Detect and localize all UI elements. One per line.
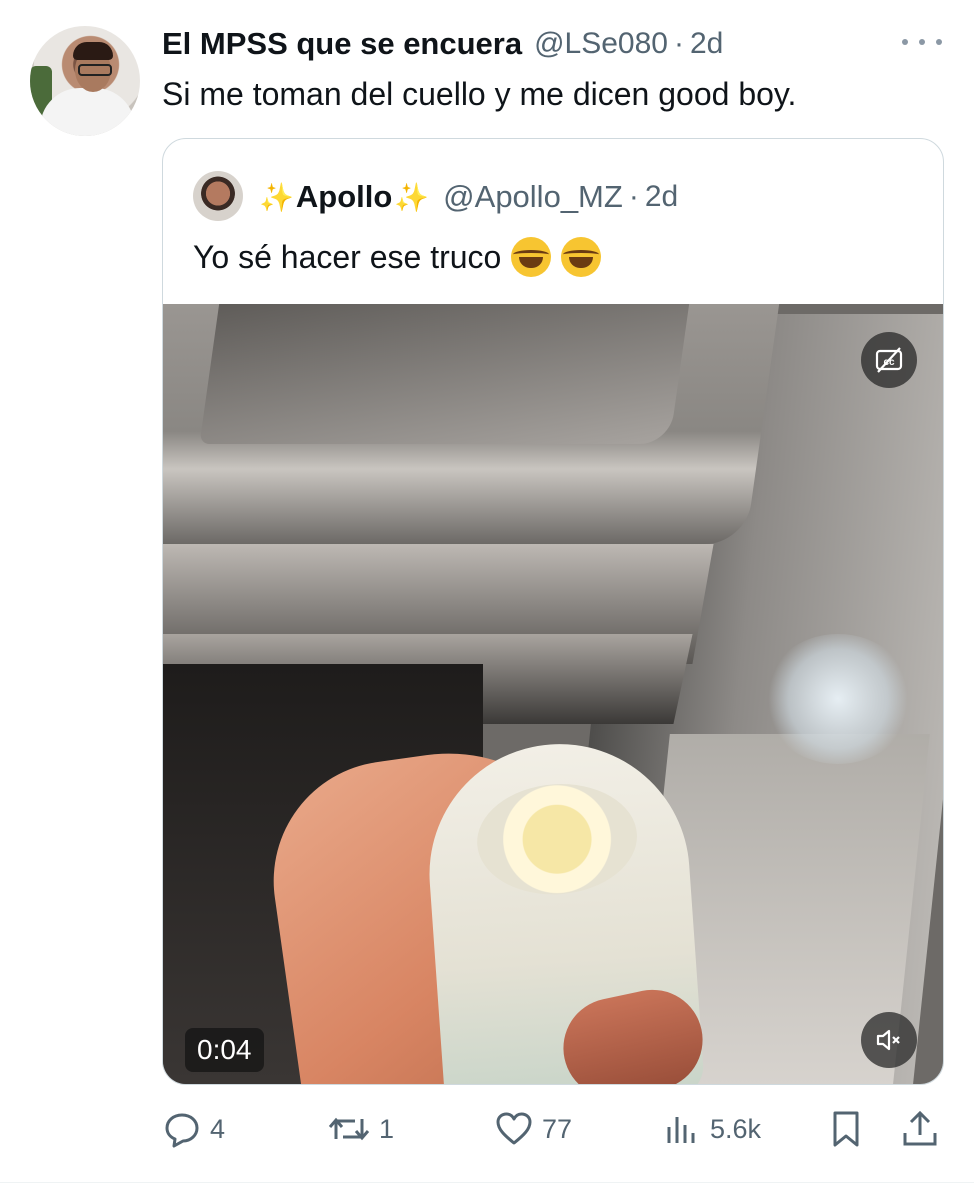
share-icon <box>900 1109 940 1149</box>
avatar-glasses <box>78 64 112 76</box>
more-options-icon[interactable] <box>902 30 942 54</box>
tweet-time[interactable]: 2d <box>690 27 723 61</box>
repost-icon <box>327 1109 371 1149</box>
tweet-actions-bar: 4 1 77 5.6k <box>162 1104 942 1154</box>
share-button[interactable] <box>900 1104 940 1154</box>
views-button[interactable]: 5.6k <box>662 1104 761 1154</box>
quoted-tweet-card[interactable]: ✨ Apollo ✨ @Apollo_MZ · 2d Yo sé hacer e… <box>162 138 944 1085</box>
views-count: 5.6k <box>710 1113 762 1144</box>
reply-count: 4 <box>210 1113 226 1144</box>
video-duration: 0:04 <box>185 1028 264 1072</box>
bookmark-button[interactable] <box>826 1104 866 1154</box>
quoted-author-avatar[interactable] <box>193 171 243 221</box>
laughing-emoji-icon <box>511 237 552 277</box>
quoted-author-handle[interactable]: @Apollo_MZ <box>443 179 623 215</box>
author-handle[interactable]: @LSe080 <box>534 27 668 61</box>
heart-icon <box>494 1109 534 1149</box>
quoted-tweet-header: ✨ Apollo ✨ @Apollo_MZ · 2d <box>259 175 678 219</box>
quoted-author-name[interactable]: Apollo <box>296 179 392 215</box>
tweet-header: El MPSS que se encuera @LSe080 · 2d <box>162 24 723 64</box>
bookmark-icon <box>826 1109 866 1149</box>
like-button[interactable]: 77 <box>494 1104 572 1154</box>
analytics-icon <box>662 1109 702 1149</box>
avatar-hair <box>73 42 113 60</box>
quoted-tweet-text-row: Yo sé hacer ese truco <box>193 237 602 277</box>
like-count: 77 <box>542 1113 573 1144</box>
video-frame-spray <box>763 634 913 764</box>
tweet-text: Si me toman del cuello y me dicen good b… <box>162 76 797 112</box>
divider <box>0 1182 974 1183</box>
sparkle-emoji: ✨ <box>394 181 430 213</box>
repost-button[interactable]: 1 <box>327 1104 394 1154</box>
video-frame-tray <box>163 304 781 544</box>
volume-muted-icon[interactable] <box>861 1012 917 1068</box>
laughing-emoji-icon <box>561 237 602 277</box>
captions-off-icon[interactable]: cc <box>861 332 917 388</box>
video-player[interactable]: cc 0:04 <box>163 304 943 1084</box>
quoted-tweet-time[interactable]: 2d <box>645 180 678 214</box>
separator-dot: · <box>628 180 639 213</box>
reply-icon <box>162 1109 202 1149</box>
avatar-shirt <box>40 88 135 136</box>
separator-dot: · <box>673 27 684 60</box>
author-avatar[interactable] <box>30 26 140 136</box>
repost-count: 1 <box>379 1113 395 1144</box>
reply-button[interactable]: 4 <box>162 1104 225 1154</box>
quoted-tweet-text: Yo sé hacer ese truco <box>193 238 502 275</box>
author-name[interactable]: El MPSS que se encuera <box>162 26 522 62</box>
sparkle-emoji: ✨ <box>259 181 294 213</box>
